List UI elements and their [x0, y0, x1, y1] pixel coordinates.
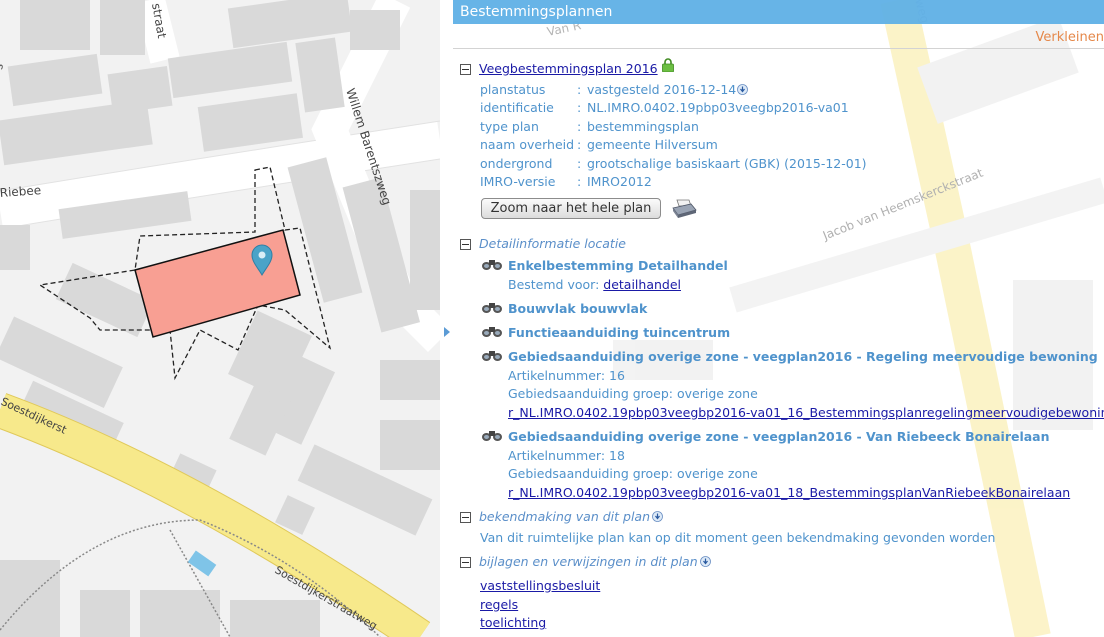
detail-item-regel-link[interactable]: r_NL.IMRO.0402.19pbp03veegbp2016-va01_16… [508, 405, 1104, 420]
street-label-riebeeck: Riebee [0, 183, 42, 200]
panel-splitter[interactable] [440, 0, 454, 637]
bekendmaking-text: Van dit ruimtelijke plan kan op dit mome… [480, 530, 996, 545]
detail-item-title: Functieaanduiding tuincentrum [508, 325, 731, 340]
bijlage-link-vaststellingsbesluit[interactable]: vaststellingsbesluit [480, 578, 600, 593]
street-label-edge: s [0, 62, 6, 70]
binoculars-icon [482, 303, 502, 313]
detail-item-artikelnummer: Artikelnummer: 18 [508, 448, 625, 463]
info-icon[interactable] [652, 511, 663, 522]
printer-icon[interactable] [671, 198, 697, 220]
detail-item-regel-link[interactable]: r_NL.IMRO.0402.19pbp03veegbp2016-va01_18… [508, 485, 1070, 500]
detail-item-title: Enkelbestemming Detailhandel [508, 258, 728, 273]
plan-collapse-toggle-icon[interactable] [460, 64, 471, 75]
plan-name-link[interactable]: Veegbestemmingsplan 2016 [479, 61, 658, 76]
detail-section-title: Detailinformatie locatie [479, 236, 626, 251]
panel-header: Bestemmingsplannen [453, 0, 1104, 24]
bijlage-link-regels[interactable]: regels [480, 597, 518, 612]
detail-item-title: Gebiedsaanduiding overige zone - veegpla… [508, 429, 1050, 444]
lock-icon [662, 58, 674, 72]
map-view[interactable]: straat Willem Barentszweg Riebee Soestdi… [0, 0, 440, 637]
bijlage-link-toelichting[interactable]: toelichting [480, 615, 546, 630]
map-canvas[interactable]: straat Willem Barentszweg Riebee Soestdi… [0, 0, 440, 637]
detail-item-title: Bouwvlak bouwvlak [508, 301, 648, 316]
expand-arrow-icon[interactable] [444, 327, 450, 337]
panel-title: Bestemmingsplannen [460, 4, 613, 20]
binoculars-icon [482, 351, 502, 361]
binoculars-icon [482, 327, 502, 337]
detail-item-artikelnummer: Artikelnummer: 16 [508, 368, 625, 383]
bijlagen-section-title: bijlagen en verwijzingen in dit plan [479, 554, 698, 569]
header-divider [453, 48, 1104, 49]
bekendmaking-collapse-toggle-icon[interactable] [460, 512, 471, 523]
detail-item-groep: Gebiedsaanduiding groep: overige zone [508, 466, 758, 481]
zoom-to-plan-button[interactable]: Zoom naar het hele plan [481, 198, 661, 219]
detail-item-groep: Gebiedsaanduiding groep: overige zone [508, 386, 758, 401]
info-icon[interactable] [737, 84, 748, 95]
info-icon[interactable] [700, 556, 711, 567]
detail-link-detailhandel[interactable]: detailhandel [603, 277, 681, 292]
bijlagen-collapse-toggle-icon[interactable] [460, 557, 471, 568]
binoculars-icon [482, 431, 502, 441]
detail-item-title: Gebiedsaanduiding overige zone - veegpla… [508, 349, 1098, 364]
detail-item-subtitle: Bestemd voor: detailhandel [508, 277, 681, 292]
bekendmaking-section-title: bekendmaking van dit plan [479, 509, 651, 524]
binoculars-icon [482, 260, 502, 270]
collapse-panel-link[interactable]: Verkleinen [1036, 30, 1104, 45]
plan-info-panel: Jacob van Heemskerckstraat Van R weg Bes… [453, 0, 1104, 637]
detail-collapse-toggle-icon[interactable] [460, 239, 471, 250]
